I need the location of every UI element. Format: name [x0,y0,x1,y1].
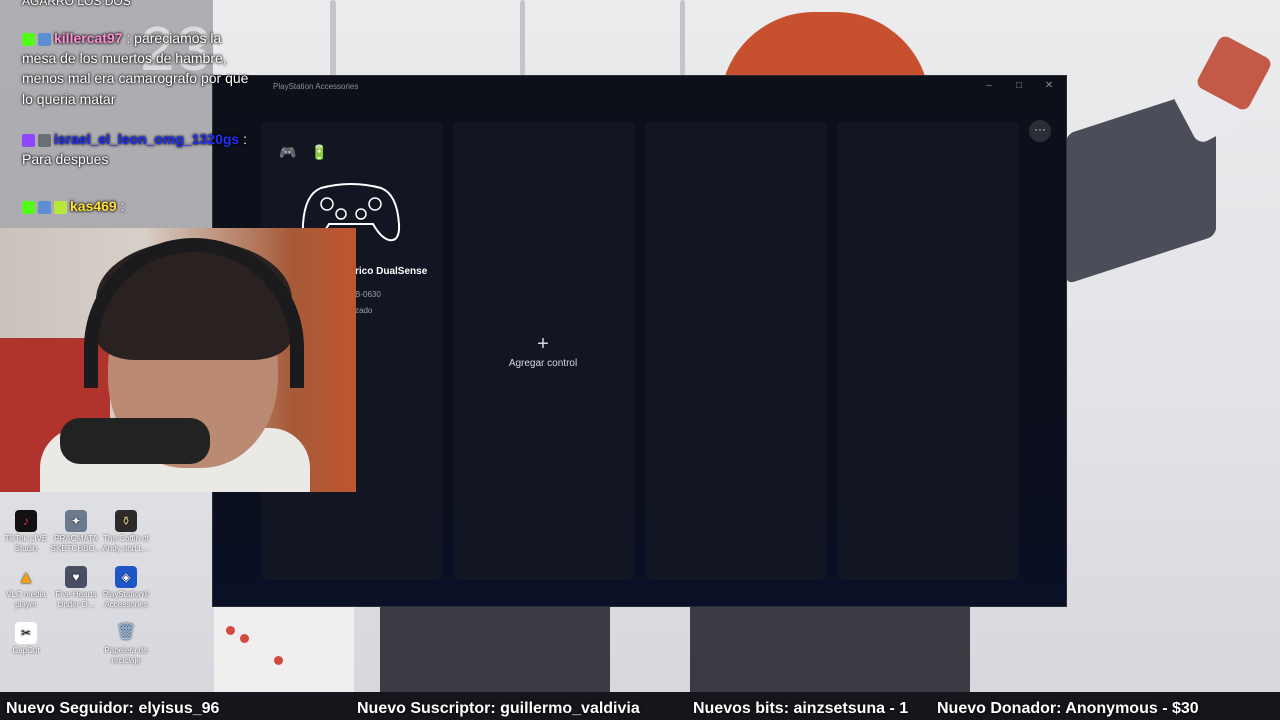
chat-username: kas469 [70,198,117,214]
wallpaper-branch [680,0,685,76]
tiktok-icon: ♪ [15,510,37,532]
minimize-button[interactable]: – [981,80,997,91]
vlc-icon: ▲ [17,567,35,587]
kick-badge-icon [22,200,35,214]
chat-text: Para despues [22,151,109,167]
chat-message: israel_el_leon_omg_1320gs : [22,131,247,147]
desktop-icon-capcut[interactable]: ✂ CapCut [0,622,52,656]
chat-username: israel_el_leon_omg_1320gs [54,131,240,147]
battery-icon: 🔋 [310,144,328,160]
more-options-button[interactable]: ··· [1029,120,1051,142]
add-controller-label: Agregar control [508,358,578,369]
game-icon: ✦ [65,510,87,532]
hearts-icon: ♥ [65,566,87,588]
headphones [84,238,304,388]
desktop-icon-recycle-bin[interactable]: 🗑 Papelera de reciclaje [100,622,152,666]
kick-badge-icon [22,32,35,46]
wallpaper-skirt [690,606,970,692]
mod-badge-icon [38,133,51,147]
maximize-button[interactable]: □ [1011,80,1027,91]
add-controller-button[interactable]: + Agregar control [453,334,633,369]
twitch-badge-icon [22,133,35,147]
desktop-icon-playstation-accessories[interactable]: ◈ PlayStation® Accessories [100,566,152,610]
chat-text: pareciamos la [134,30,222,46]
chat-text: menos mal era camarografo por que [22,70,249,86]
gift-badge-icon [54,200,67,214]
microphone [60,418,210,464]
chat-username: killercat97 [54,30,123,46]
controller-status-icons: 🎮 🔋 [279,144,328,161]
wallpaper-skirt [380,606,610,692]
title-bar[interactable]: PlayStation Accessories – □ ✕ [213,76,1066,98]
chat-separator: : [116,198,125,214]
chat-text: mesa de los muertos de hambre, [22,50,227,66]
gamepad-icon: 🎮 [279,144,297,160]
playstation-icon: ◈ [115,566,137,588]
stream-chat-overlay: 23 AGARRO LOS DOS killercat97 : pareciam… [0,0,248,228]
wallpaper-branch [330,0,336,80]
capcut-icon: ✂ [15,622,37,644]
chat-message-partial: AGARRO LOS DOS [22,0,131,8]
controller-name: rico DualSense [355,266,428,277]
chat-separator: : [239,131,248,147]
chat-message: kas469 : [22,198,125,214]
ticker-new-subscriber: Nuevo Suscriptor: guillermo_valdivia [357,700,640,717]
empty-slot-card [645,122,827,580]
close-button[interactable]: ✕ [1041,80,1057,91]
coffin-icon: ⚱ [115,510,137,532]
webcam-feed [0,228,356,492]
desktop-icon-vlc[interactable]: ▲ VLC media player [0,566,52,610]
ticker-new-bits: Nuevos bits: ainzsetsuna - 1 [693,700,909,717]
chat-message: killercat97 : pareciamos la [22,30,221,46]
wallpaper-branch [520,0,525,76]
empty-slot-card [837,122,1019,580]
wallpaper-flowers [214,606,354,692]
desktop-icon-tiktok[interactable]: ♪ TikTok LIVE Studio [0,510,52,554]
chat-text: lo queria matar [22,91,116,107]
desktop-icon-coffin[interactable]: ⚱ The Coffin of Andy and L... [100,510,152,554]
desktop-icon-pragmata[interactable]: ✦ PRAGMATA SKETCHBO... [50,510,102,554]
sub-badge-icon [38,200,51,214]
sub-badge-icon [38,32,51,46]
controller-status: zado [355,306,373,315]
ticker-new-donor: Nuevo Donador: Anonymous - $30 [937,700,1199,717]
chat-separator: : [122,30,135,46]
plus-icon: + [537,333,549,355]
controller-serial: B-0630 [355,290,381,299]
desktop-icon-five-hearts[interactable]: ♥ Five Hearts Under O... [50,566,102,610]
window-title: PlayStation Accessories [273,82,359,91]
recycle-bin-icon: 🗑 [115,624,137,641]
ticker-new-follower: Nuevo Seguidor: elyisus_96 [6,700,220,717]
